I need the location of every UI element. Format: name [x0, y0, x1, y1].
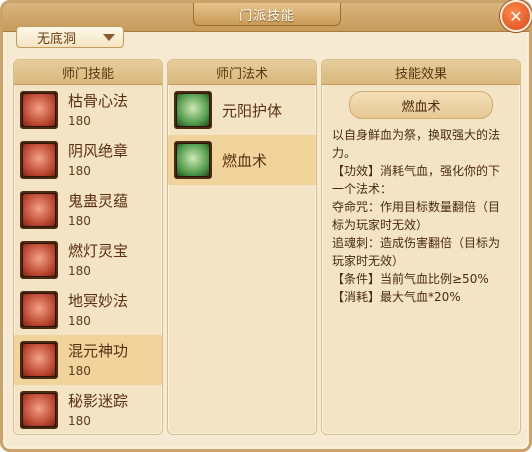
effect-line: 【条件】当前气血比例≥50% — [332, 272, 489, 286]
title-plaque: 门派技能 — [193, 3, 341, 26]
spells-list: 元阳护体 燃血术 — [168, 85, 316, 185]
spells-panel-header: 师门法术 — [168, 60, 316, 85]
spells-panel: 师门法术 元阳护体 燃血术 — [167, 59, 317, 435]
skill-row-yinfeng[interactable]: 阴风绝章 180 — [14, 135, 162, 185]
skills-panel-header: 师门技能 — [14, 60, 162, 85]
vortex-spell-icon — [177, 94, 209, 126]
chevron-down-icon — [103, 34, 115, 41]
skill-row-hunyuan[interactable]: 混元神功 180 — [14, 335, 162, 385]
skill-row-guigu[interactable]: 鬼蛊灵蕴 180 — [14, 185, 162, 235]
sect-dropdown-value: 无底洞 — [37, 31, 77, 47]
skill-row-kugu[interactable]: 枯骨心法 180 — [14, 85, 162, 135]
skills-panel: 师门技能 枯骨心法 180 阴风绝章 180 鬼蛊灵蕴 180 燃灯灵宝 180 地冥妙… — [13, 59, 163, 435]
effect-line: 以自身鲜血为祭，换取强大的法力。 — [332, 128, 501, 160]
skill-name: 秘影迷踪 — [68, 392, 129, 410]
shadow-skill-icon — [23, 394, 55, 426]
effect-panel-header: 技能效果 — [322, 60, 520, 85]
skill-name: 燃灯灵宝 — [68, 242, 129, 260]
skill-name: 混元神功 — [68, 342, 129, 360]
skill-level: 180 — [68, 114, 91, 128]
effect-line: 【消耗】最大气血*20% — [332, 290, 461, 304]
skill-name: 阴风绝章 — [68, 142, 129, 160]
skill-name: 枯骨心法 — [68, 92, 129, 110]
mushroom-skill-icon — [23, 294, 55, 326]
skill-row-miying[interactable]: 秘影迷踪 180 — [14, 385, 162, 434]
effect-panel: 技能效果 燃血术 以自身鲜血为祭，换取强大的法力。 【功效】消耗气血，强化你的下… — [321, 59, 521, 435]
skill-icon-frame — [20, 191, 58, 229]
skull-skill-icon — [23, 94, 55, 126]
wind-skill-icon — [23, 144, 55, 176]
skill-level: 180 — [68, 164, 91, 178]
skill-level: 180 — [68, 214, 91, 228]
flame-spell-icon — [177, 144, 209, 176]
skill-level: 180 — [68, 314, 91, 328]
skill-icon-frame — [20, 91, 58, 129]
skills-list: 枯骨心法 180 阴风绝章 180 鬼蛊灵蕴 180 燃灯灵宝 180 地冥妙法 180 … — [14, 85, 162, 434]
skill-level: 180 — [68, 264, 91, 278]
effect-line: 追魂刺：造成伤害翻倍（目标为玩家时无效） — [332, 236, 501, 268]
skill-icon-frame — [20, 141, 58, 179]
effect-description: 以自身鲜血为祭，换取强大的法力。 【功效】消耗气血，强化你的下一个法术： 夺命咒… — [322, 119, 520, 306]
effect-line: 夺命咒：作用目标数量翻倍（目标为玩家时无效） — [332, 200, 501, 232]
spell-icon-frame — [174, 141, 212, 179]
close-button[interactable]: ✕ — [500, 0, 532, 32]
skill-icon-frame — [20, 391, 58, 429]
close-icon: ✕ — [509, 6, 523, 26]
spell-name: 燃血术 — [222, 151, 268, 170]
skill-icon-frame — [20, 241, 58, 279]
skill-name: 鬼蛊灵蕴 — [68, 192, 129, 210]
spell-icon-frame — [174, 91, 212, 129]
skill-row-diming[interactable]: 地冥妙法 180 — [14, 285, 162, 335]
insect-skill-icon — [23, 194, 55, 226]
window-title: 门派技能 — [238, 8, 295, 24]
skill-level: 180 — [68, 364, 91, 378]
swirl-skill-icon — [23, 344, 55, 376]
skill-name: 地冥妙法 — [68, 292, 129, 310]
effect-spell-title: 燃血术 — [349, 91, 493, 119]
skill-icon-frame — [20, 291, 58, 329]
skills-window: 门派技能 ✕ 无底洞 师门技能 枯骨心法 180 阴风绝章 180 鬼蛊灵蕴 180 — [0, 0, 532, 452]
skill-row-randeng[interactable]: 燃灯灵宝 180 — [14, 235, 162, 285]
skill-level: 180 — [68, 414, 91, 428]
skill-icon-frame — [20, 341, 58, 379]
sect-dropdown[interactable]: 无底洞 — [16, 26, 124, 48]
effect-line: 【功效】消耗气血，强化你的下一个法术： — [332, 164, 501, 196]
spell-row-ranxue[interactable]: 燃血术 — [168, 135, 316, 185]
spell-name: 元阳护体 — [222, 101, 283, 120]
spell-row-yuanyang[interactable]: 元阳护体 — [168, 85, 316, 135]
wheel-skill-icon — [23, 244, 55, 276]
